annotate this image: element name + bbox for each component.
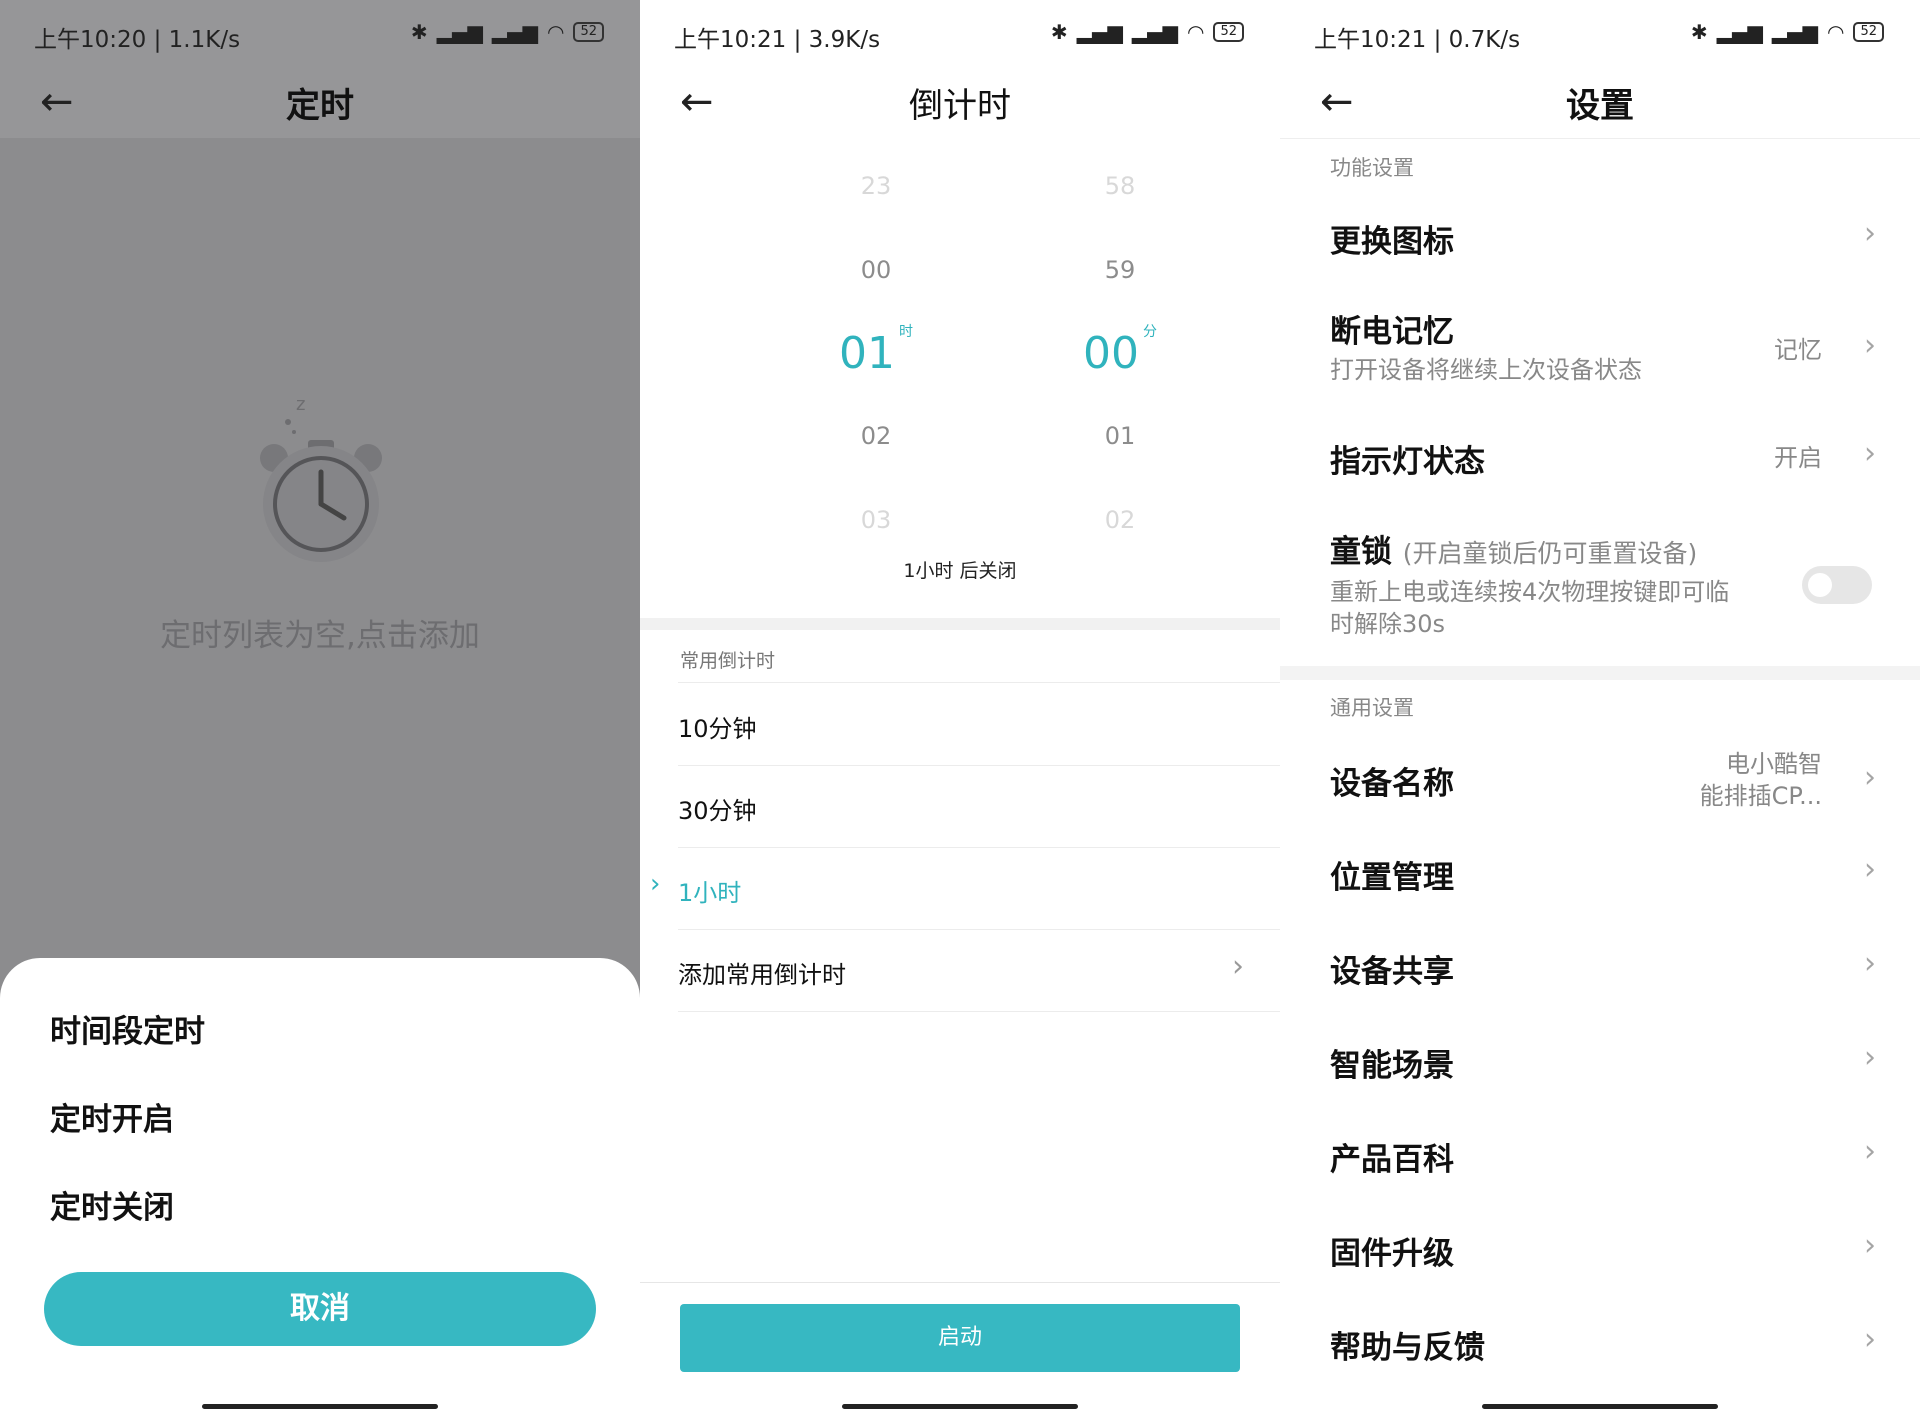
hour-option[interactable]: 00	[776, 256, 976, 284]
chevron-right-icon: ›	[1864, 760, 1876, 795]
preset-30min[interactable]: 30分钟	[678, 765, 1280, 848]
minute-option[interactable]: 02	[1020, 506, 1220, 534]
battery-icon: 52	[573, 22, 604, 42]
wifi-icon: ◠	[1187, 20, 1205, 44]
page-title: 倒计时	[909, 86, 1011, 126]
title-bar: ← 定时	[0, 68, 640, 138]
title-bar: ← 设置	[1280, 68, 1920, 138]
svg-text:z: z	[296, 394, 305, 415]
page-title: 定时	[286, 86, 354, 126]
chevron-right-icon: ›	[1864, 1134, 1876, 1169]
countdown-panel: 上午10:21 | 3.9K/s ✱ ▂▄▆ ▂▄▆ ◠ 52 ← 倒计时 23…	[640, 0, 1280, 1422]
bluetooth-icon: ✱	[1690, 20, 1708, 44]
child-lock-toggle[interactable]	[1802, 566, 1872, 604]
help-feedback-row[interactable]: 帮助与反馈 ›	[1330, 1322, 1920, 1392]
chevron-right-icon: ›	[1864, 1322, 1876, 1357]
chevron-right-icon: ›	[1864, 1040, 1876, 1075]
timer-panel: 上午10:20 | 1.1K/s ✱ ▂▄▆ ▂▄▆ ◠ 52 ← 定时 z 定…	[0, 0, 640, 1422]
battery-icon: 52	[1853, 22, 1884, 42]
timer-type-sheet: 时间段定时 定时开启 定时关闭 取消	[0, 958, 640, 1422]
chevron-right-icon: ›	[1864, 852, 1876, 887]
divider	[640, 618, 1280, 630]
bluetooth-icon: ✱	[410, 20, 428, 44]
chevron-right-icon: ›	[1232, 949, 1244, 984]
section-label: 常用倒计时	[680, 650, 776, 672]
change-icon-row[interactable]: 更换图标 ›	[1330, 210, 1920, 280]
signal-icon: ▂▄▆	[1771, 20, 1818, 44]
status-time: 上午10:21 | 3.9K/s	[674, 27, 881, 53]
device-name-row[interactable]: 设备名称 电小酷智 能排插CP... ›	[1330, 748, 1920, 818]
minute-option[interactable]: 58	[1020, 172, 1220, 200]
settings-panel: 上午10:21 | 0.7K/s ✱ ▂▄▆ ▂▄▆ ◠ 52 ← 设置 功能设…	[1280, 0, 1920, 1422]
sheet-item-timed-on[interactable]: 定时开启	[50, 1094, 174, 1139]
status-bar: 上午10:20 | 1.1K/s ✱ ▂▄▆ ▂▄▆ ◠ 52	[0, 0, 640, 68]
status-time: 上午10:20 | 1.1K/s	[34, 27, 241, 53]
signal-icon: ▂▄▆	[436, 20, 483, 44]
minute-picker[interactable]: 58 59 00 分 01 02	[1020, 160, 1220, 540]
sleeping-clock-icon: z	[260, 394, 382, 562]
home-indicator[interactable]	[202, 1404, 438, 1409]
hour-option[interactable]: 03	[776, 506, 976, 534]
divider	[1280, 666, 1920, 680]
preset-10min[interactable]: 10分钟	[678, 683, 1280, 766]
sheet-item-period-timer[interactable]: 时间段定时	[50, 1006, 205, 1051]
home-indicator[interactable]	[1482, 1404, 1718, 1409]
chevron-right-icon: ›	[1864, 216, 1876, 251]
signal-icon: ▂▄▆	[1131, 20, 1178, 44]
device-share-row[interactable]: 设备共享 ›	[1330, 946, 1920, 1016]
hour-option[interactable]: 23	[776, 172, 976, 200]
empty-list-text[interactable]: 定时列表为空,点击添加	[0, 610, 640, 655]
smart-scene-row[interactable]: 智能场景 ›	[1330, 1040, 1920, 1110]
bluetooth-icon: ✱	[1050, 20, 1068, 44]
minute-selected[interactable]: 00 分	[1020, 324, 1220, 379]
selected-chevron-icon: ›	[650, 869, 661, 899]
chevron-right-icon: ›	[1864, 436, 1876, 471]
cancel-button[interactable]: 取消	[44, 1272, 596, 1346]
page-title: 设置	[1566, 86, 1634, 126]
signal-icon: ▂▄▆	[1076, 20, 1123, 44]
sheet-item-timed-off[interactable]: 定时关闭	[50, 1182, 174, 1227]
section-label-general: 通用设置	[1330, 696, 1414, 720]
minute-option[interactable]: 59	[1020, 256, 1220, 284]
hour-option[interactable]: 02	[776, 422, 976, 450]
countdown-summary: 1小时 后关闭	[903, 560, 1017, 582]
wifi-icon: ◠	[1827, 20, 1845, 44]
title-bar: ← 倒计时	[640, 68, 1280, 138]
signal-icon: ▂▄▆	[1716, 20, 1763, 44]
power-memory-row[interactable]: 断电记忆 打开设备将继续上次设备状态 记忆 ›	[1330, 306, 1920, 396]
wifi-icon: ◠	[547, 20, 565, 44]
home-indicator[interactable]	[842, 1404, 1078, 1409]
status-bar: 上午10:21 | 3.9K/s ✱ ▂▄▆ ▂▄▆ ◠ 52	[640, 0, 1280, 68]
status-bar: 上午10:21 | 0.7K/s ✱ ▂▄▆ ▂▄▆ ◠ 52	[1280, 0, 1920, 68]
chevron-right-icon: ›	[1864, 946, 1876, 981]
location-management-row[interactable]: 位置管理 ›	[1330, 852, 1920, 922]
child-lock-row: 童锁 (开启童锁后仍可重置设备) 重新上电或连续按4次物理按键即可临 时解除30…	[1330, 526, 1920, 646]
start-button[interactable]: 启动	[680, 1304, 1240, 1372]
battery-icon: 52	[1213, 22, 1244, 42]
indicator-light-row[interactable]: 指示灯状态 开启 ›	[1330, 436, 1920, 506]
chevron-right-icon: ›	[1864, 328, 1876, 363]
hour-picker[interactable]: 23 00 01 时 02 03	[776, 160, 976, 540]
minute-option[interactable]: 01	[1020, 422, 1220, 450]
status-time: 上午10:21 | 0.7K/s	[1314, 27, 1521, 53]
hour-selected[interactable]: 01 时	[776, 324, 976, 379]
firmware-upgrade-row[interactable]: 固件升级 ›	[1330, 1228, 1920, 1298]
add-preset-row[interactable]: 添加常用倒计时 ›	[678, 929, 1280, 1012]
product-wiki-row[interactable]: 产品百科 ›	[1330, 1134, 1920, 1204]
chevron-right-icon: ›	[1864, 1228, 1876, 1263]
preset-1hour[interactable]: › 1小时	[650, 847, 1280, 930]
signal-icon: ▂▄▆	[491, 20, 538, 44]
section-label-function: 功能设置	[1330, 156, 1414, 180]
